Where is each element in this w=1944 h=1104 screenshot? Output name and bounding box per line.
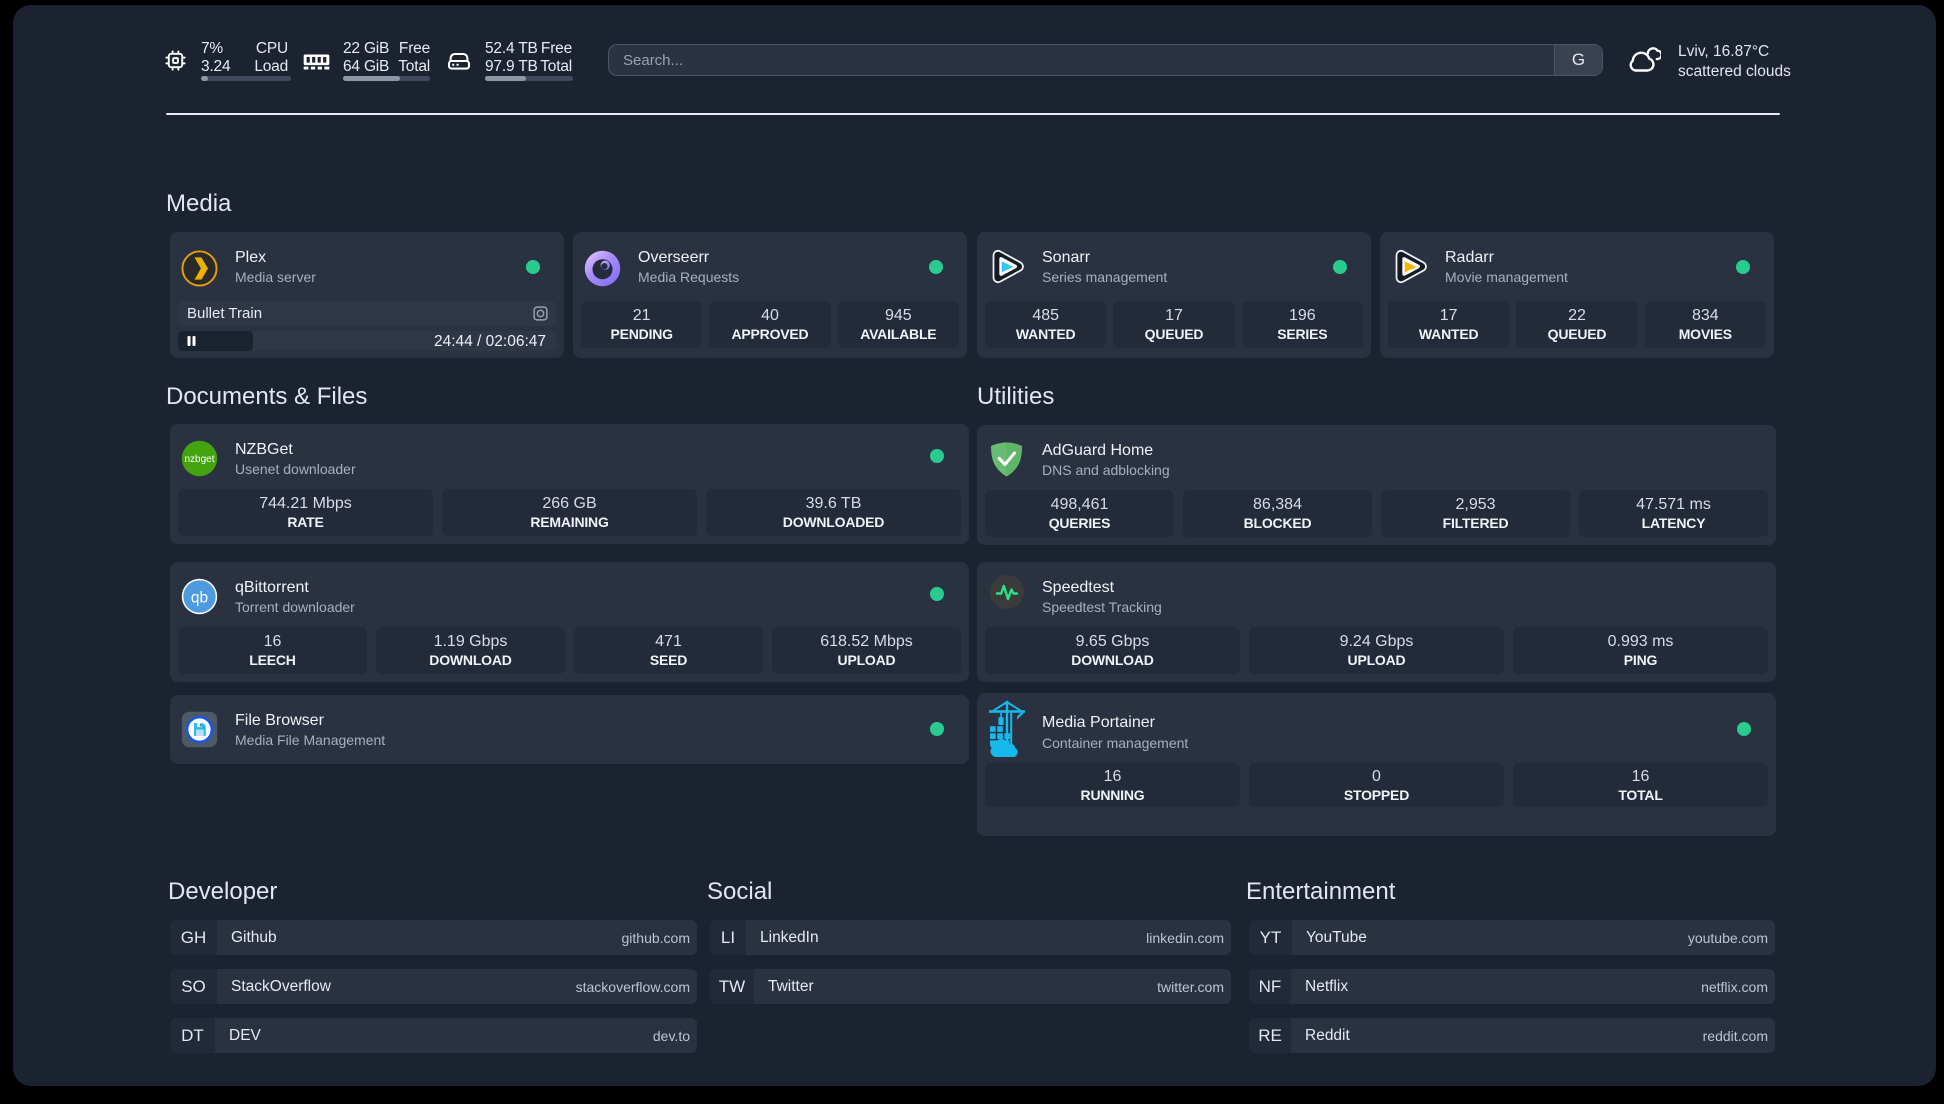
svg-text:nzbget: nzbget (184, 454, 214, 465)
svg-text:qb: qb (191, 589, 208, 606)
